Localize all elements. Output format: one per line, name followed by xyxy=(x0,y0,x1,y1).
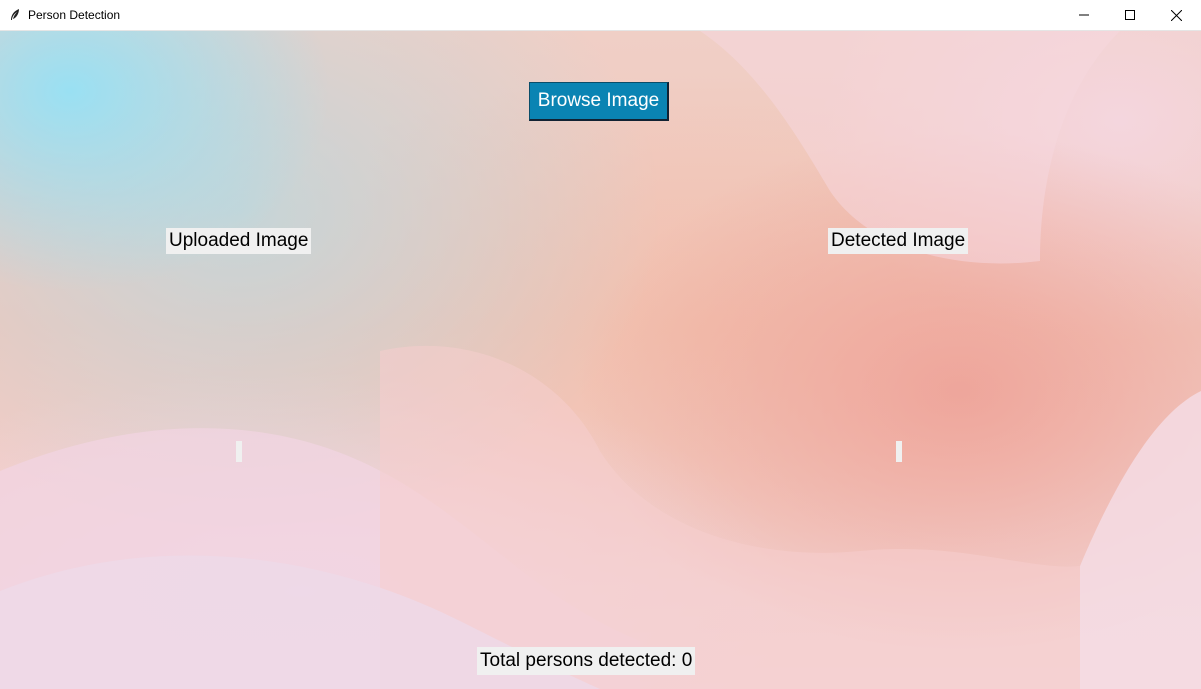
window-title: Person Detection xyxy=(28,8,121,22)
maximize-button[interactable] xyxy=(1107,0,1153,30)
uploaded-image-panel xyxy=(236,441,242,462)
minimize-button[interactable] xyxy=(1061,0,1107,30)
close-button[interactable] xyxy=(1153,0,1199,30)
feather-icon xyxy=(11,9,19,20)
minimize-icon xyxy=(1079,14,1089,16)
app-window: Person Detection Browse Image Uploaded I… xyxy=(0,0,1201,689)
title-bar[interactable]: Person Detection xyxy=(0,0,1201,31)
close-icon xyxy=(1170,9,1182,21)
detected-image-label: Detected Image xyxy=(828,228,969,254)
background-waves xyxy=(0,31,1201,689)
uploaded-image-label: Uploaded Image xyxy=(166,228,312,254)
browse-image-button[interactable]: Browse Image xyxy=(529,82,669,121)
maximize-icon xyxy=(1125,10,1135,20)
detected-image-panel xyxy=(896,441,902,462)
total-persons-label: Total persons detected: 0 xyxy=(477,647,696,675)
background-image: Browse Image Uploaded Image Detected Ima… xyxy=(0,31,1201,689)
